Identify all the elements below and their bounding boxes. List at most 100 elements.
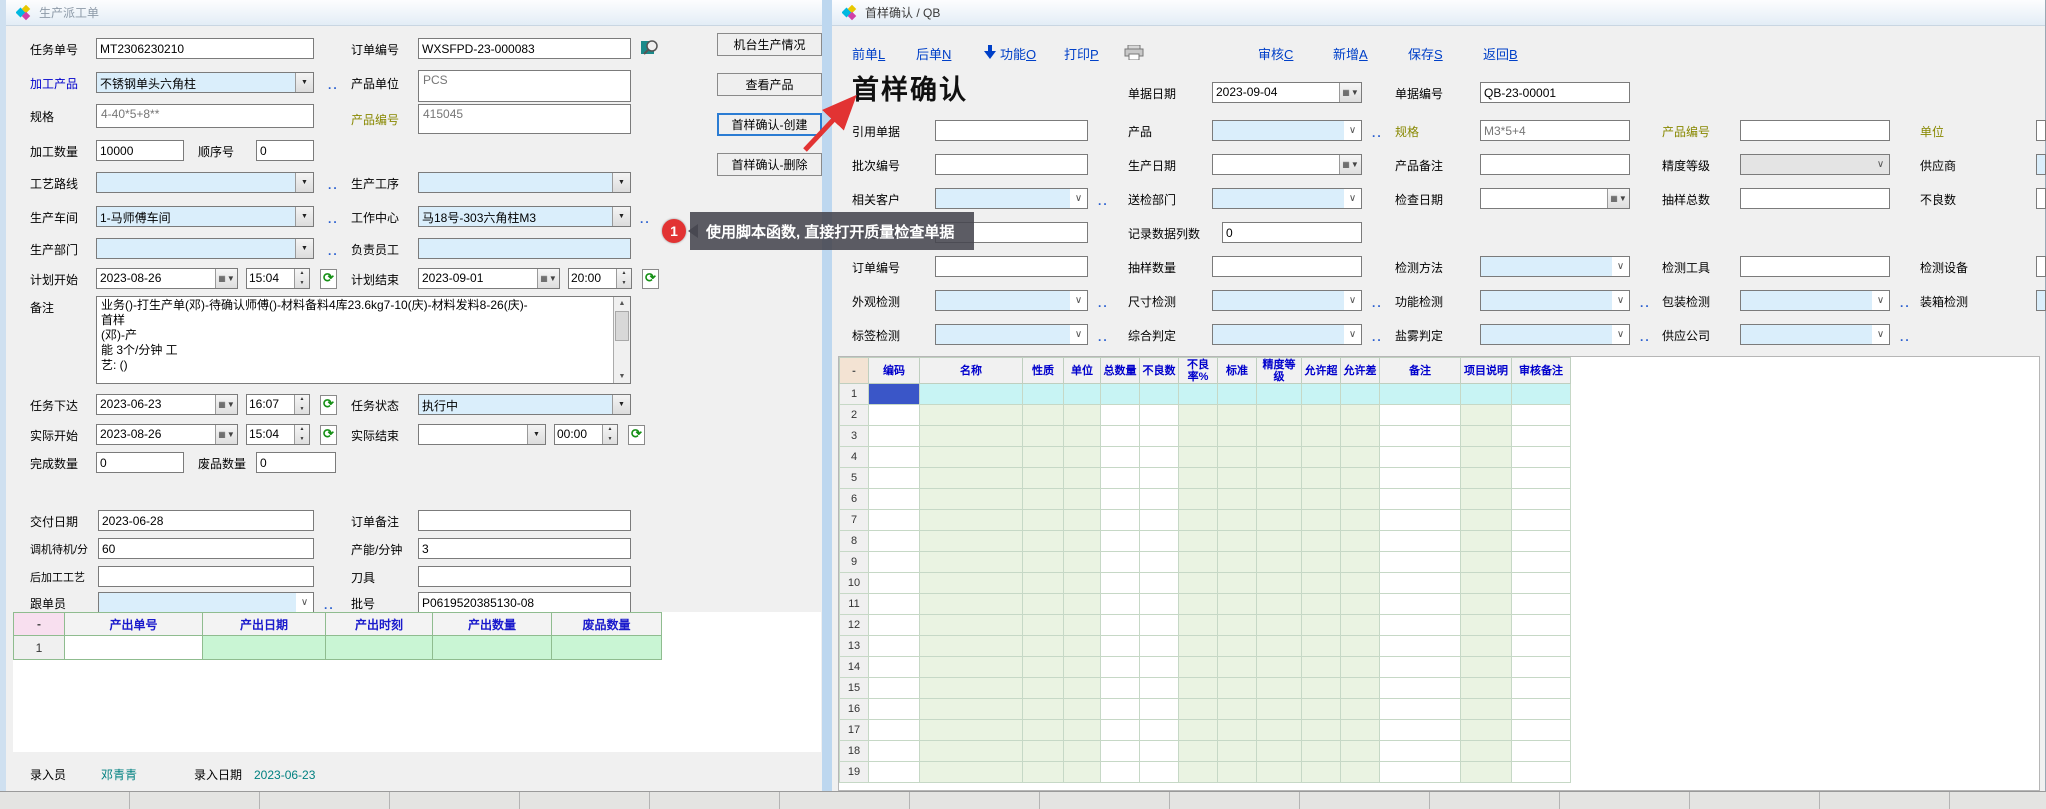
grid-cell[interactable] bbox=[869, 447, 920, 468]
grid-cell[interactable] bbox=[1140, 594, 1179, 615]
row-number-cell[interactable]: 11 bbox=[840, 594, 869, 615]
grid-cell[interactable] bbox=[869, 531, 920, 552]
grid-cell[interactable] bbox=[1380, 468, 1461, 489]
chevron-down-icon[interactable]: ▼ bbox=[295, 73, 313, 92]
salt-spray-lookup-link[interactable]: .. bbox=[1640, 328, 1651, 346]
grid-cell[interactable] bbox=[1179, 447, 1218, 468]
ref-doc-input[interactable] bbox=[935, 120, 1088, 141]
order-no-input[interactable] bbox=[418, 38, 631, 59]
grid-cell[interactable] bbox=[1179, 552, 1218, 573]
grid-cell[interactable] bbox=[920, 720, 1023, 741]
unit-input[interactable] bbox=[2036, 120, 2046, 141]
plan-start-time[interactable]: 15:04 ▲▼ bbox=[246, 268, 310, 289]
chevron-down-icon[interactable]: ▼ bbox=[295, 239, 313, 258]
grid-cell[interactable] bbox=[1101, 678, 1140, 699]
grid-cell[interactable] bbox=[1341, 447, 1380, 468]
menu-print[interactable]: 打印P bbox=[1064, 44, 1099, 63]
table-row[interactable]: 15 bbox=[840, 678, 1571, 699]
grid-cell[interactable] bbox=[1341, 552, 1380, 573]
func-combo[interactable]: ∨ bbox=[1480, 290, 1630, 311]
output-col-header[interactable]: 产出单号 bbox=[65, 613, 203, 636]
menu-functions[interactable]: 功能O bbox=[1000, 44, 1036, 63]
grid-cell[interactable] bbox=[1140, 468, 1179, 489]
grid-cell[interactable] bbox=[1023, 510, 1064, 531]
inspect-date-input[interactable]: ▦▼ bbox=[1480, 188, 1630, 209]
label-check-combo[interactable]: ∨ bbox=[935, 324, 1088, 345]
grid-cell[interactable] bbox=[1064, 678, 1101, 699]
grid-cell[interactable] bbox=[920, 615, 1023, 636]
grid-cell[interactable] bbox=[1302, 426, 1341, 447]
row-number-cell[interactable]: 7 bbox=[840, 510, 869, 531]
chevron-down-icon[interactable]: ∨ bbox=[1344, 121, 1361, 140]
grid-cell[interactable] bbox=[1140, 426, 1179, 447]
grid-cell[interactable] bbox=[869, 468, 920, 489]
grid-cell[interactable] bbox=[1257, 510, 1302, 531]
plan-end-date[interactable]: 2023-09-01 ▦▼ bbox=[418, 268, 560, 289]
grid-cell[interactable] bbox=[1140, 762, 1179, 783]
grid-cell[interactable] bbox=[920, 447, 1023, 468]
grid-cell[interactable] bbox=[1023, 594, 1064, 615]
menu-audit[interactable]: 审核C bbox=[1258, 44, 1293, 63]
grid-cell[interactable] bbox=[1341, 531, 1380, 552]
grid-cell[interactable] bbox=[1218, 615, 1257, 636]
chevron-down-icon[interactable]: ▼ bbox=[612, 173, 630, 192]
chevron-down-icon[interactable]: ▼ bbox=[295, 207, 313, 226]
grid-cell[interactable] bbox=[1380, 426, 1461, 447]
grid-cell[interactable] bbox=[1257, 741, 1302, 762]
label-check-lookup-link[interactable]: .. bbox=[1098, 328, 1109, 346]
grid-cell[interactable] bbox=[1218, 426, 1257, 447]
grid-cell[interactable] bbox=[1218, 657, 1257, 678]
grid-cell[interactable] bbox=[1257, 678, 1302, 699]
grid-cell[interactable] bbox=[1461, 468, 1512, 489]
grid-cell[interactable] bbox=[1179, 510, 1218, 531]
grid-cell[interactable] bbox=[1101, 384, 1140, 405]
grid-cell[interactable] bbox=[869, 552, 920, 573]
grid-cell[interactable] bbox=[1023, 552, 1064, 573]
grid-cell[interactable] bbox=[1257, 615, 1302, 636]
grid-cell[interactable] bbox=[1461, 657, 1512, 678]
grid-cell[interactable] bbox=[1302, 405, 1341, 426]
grid-cell[interactable] bbox=[1512, 447, 1571, 468]
grid-cell[interactable] bbox=[1461, 762, 1512, 783]
chevron-down-icon[interactable]: ∨ bbox=[1612, 291, 1629, 310]
grid-cell[interactable] bbox=[920, 762, 1023, 783]
table-row[interactable]: 11 bbox=[840, 594, 1571, 615]
dimension-lookup-link[interactable]: .. bbox=[1372, 294, 1383, 312]
output-col-header[interactable]: 产出日期 bbox=[203, 613, 326, 636]
grid-cell[interactable] bbox=[1380, 657, 1461, 678]
table-row[interactable]: 12 bbox=[840, 615, 1571, 636]
grid-cell[interactable] bbox=[1140, 741, 1179, 762]
grid-cell[interactable] bbox=[1302, 447, 1341, 468]
chevron-down-icon[interactable]: ∨ bbox=[1872, 325, 1889, 344]
route-combo[interactable]: ▼ bbox=[96, 172, 314, 193]
grid-cell[interactable] bbox=[920, 573, 1023, 594]
grid-cell[interactable] bbox=[1341, 741, 1380, 762]
grid-cell[interactable] bbox=[1341, 699, 1380, 720]
grid-cell[interactable] bbox=[1257, 468, 1302, 489]
grid-cell[interactable] bbox=[1461, 489, 1512, 510]
dimension-combo[interactable]: ∨ bbox=[1212, 290, 1362, 311]
precision-combo[interactable]: ∨ bbox=[1740, 154, 1890, 175]
chevron-down-icon[interactable]: ∨ bbox=[1070, 291, 1087, 310]
grid-cell[interactable] bbox=[1179, 762, 1218, 783]
grid-cell[interactable] bbox=[1461, 699, 1512, 720]
grid-cell[interactable] bbox=[1257, 552, 1302, 573]
grid-cell[interactable] bbox=[1179, 699, 1218, 720]
table-row[interactable]: 16 bbox=[840, 699, 1571, 720]
grid-cell[interactable] bbox=[1179, 405, 1218, 426]
grid-cell[interactable] bbox=[1380, 405, 1461, 426]
grid-cell[interactable] bbox=[1341, 594, 1380, 615]
grid-cell[interactable] bbox=[1101, 573, 1140, 594]
grid-cell[interactable] bbox=[1064, 762, 1101, 783]
packing-combo[interactable]: ∨ bbox=[1740, 290, 1890, 311]
grid-cell[interactable] bbox=[1218, 489, 1257, 510]
follower-combo[interactable]: ∨ bbox=[98, 592, 314, 613]
row-number-cell[interactable]: 3 bbox=[840, 426, 869, 447]
row-number-cell[interactable]: 18 bbox=[840, 741, 869, 762]
table-row[interactable]: 7 bbox=[840, 510, 1571, 531]
row-number-cell[interactable]: 14 bbox=[840, 657, 869, 678]
grid-cell[interactable] bbox=[1218, 552, 1257, 573]
row-number-cell[interactable]: 6 bbox=[840, 489, 869, 510]
grid-cell[interactable] bbox=[1512, 405, 1571, 426]
grid-cell[interactable] bbox=[1218, 384, 1257, 405]
